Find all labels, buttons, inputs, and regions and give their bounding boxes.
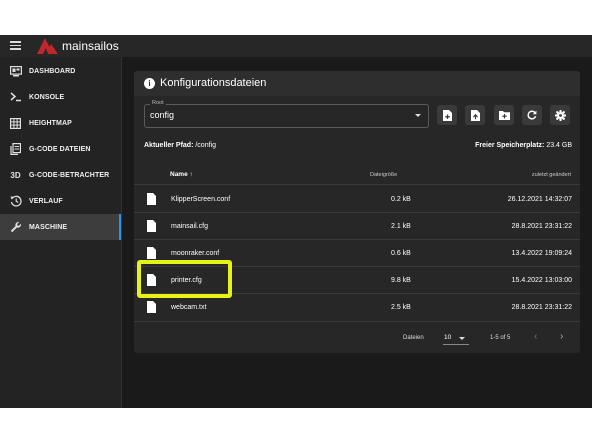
add-file-icon (442, 109, 452, 121)
sidebar-item-label: KONSOLE (29, 93, 65, 101)
file-modified: 28.8.2021 23:31:22 (511, 304, 572, 311)
file-size: 0.2 kB (391, 196, 411, 203)
current-path-label: Aktueller Pfad: (144, 142, 194, 149)
file-icon (147, 193, 156, 205)
table-row[interactable]: mainsail.cfg 2.1 kB 28.8.2021 23:31:22 (134, 213, 580, 239)
sidebar-item-dashboard[interactable]: DASHBOARD (0, 58, 121, 84)
console-icon (9, 91, 22, 104)
chevron-down-icon (415, 114, 421, 117)
settings-button[interactable] (550, 105, 570, 125)
file-name: moonraker.conf (171, 250, 220, 257)
sidebar-item-label: MASCHINE (29, 223, 68, 231)
mainsail-logo (37, 38, 58, 54)
sidebar-item-gcode-betrachter[interactable]: 3D G-CODE-BETRACHTER (0, 162, 121, 188)
file-size: 2.1 kB (391, 223, 411, 230)
file-icon (147, 247, 156, 259)
refresh-button[interactable] (522, 105, 542, 125)
per-page-select[interactable]: 10 (444, 334, 451, 342)
per-page-label: Dateien (403, 335, 424, 341)
sidebar-item-verlauf[interactable]: VERLAUF (0, 188, 121, 214)
divider (134, 321, 580, 322)
root-select-value: config (150, 110, 175, 120)
app-name: mainsailos (62, 39, 119, 53)
file-size: 0.6 kB (391, 250, 411, 257)
app-window: mainsailos DASHBOARD KONSOLE HEIGHTMAP G… (0, 35, 592, 408)
sidebar: DASHBOARD KONSOLE HEIGHTMAP G-CODE DATEI… (0, 57, 122, 408)
add-file-button[interactable] (437, 105, 457, 125)
refresh-icon (527, 110, 537, 120)
add-folder-button[interactable] (494, 105, 514, 125)
column-header-modified[interactable]: zuletzt geändert (532, 171, 571, 179)
file-modified: 28.8.2021 23:31:22 (511, 223, 572, 230)
add-folder-icon (498, 110, 510, 120)
root-select[interactable]: Root config (144, 100, 429, 128)
hamburger-menu-icon[interactable] (10, 41, 21, 50)
wrench-icon (9, 221, 22, 234)
highlight-box (137, 260, 232, 298)
file-name: webcam.txt (171, 304, 207, 311)
dashboard-icon (9, 65, 22, 78)
sidebar-item-maschine[interactable]: MASCHINE (0, 214, 121, 240)
next-page-button[interactable]: › (560, 331, 563, 343)
table-row[interactable]: KlipperScreen.conf 0.2 kB 26.12.2021 14:… (134, 186, 580, 212)
grid-icon (9, 117, 22, 130)
file-modified: 26.12.2021 14:32:07 (507, 196, 572, 203)
3d-icon: 3D (10, 170, 21, 180)
sidebar-item-gcode-dateien[interactable]: G-CODE DATEIEN (0, 136, 121, 162)
top-bar: mainsailos (0, 35, 592, 57)
current-path: Aktueller Pfad: /config (144, 141, 216, 150)
table-footer: Dateien 10 1-5 of 5 ‹ › (134, 326, 580, 351)
sidebar-item-konsole[interactable]: KONSOLE (0, 84, 121, 110)
file-size: 2.5 kB (391, 304, 411, 311)
root-select-label: Root (150, 100, 166, 107)
per-page-underline (443, 344, 469, 345)
file-size: 9.8 kB (391, 277, 411, 284)
sort-arrow-icon: ↑ (189, 171, 193, 178)
upload-file-button[interactable] (465, 105, 485, 125)
column-header-name-label: Name (170, 171, 188, 178)
free-space-value: 23.4 GB (546, 142, 572, 149)
sidebar-item-label: G-CODE-BETRACHTER (29, 171, 110, 179)
sidebar-item-label: VERLAUF (29, 197, 63, 205)
file-modified: 15.4.2022 13:03:00 (511, 277, 572, 284)
config-files-panel: i Konfigurationsdateien Root config Aktu… (134, 71, 580, 353)
sidebar-item-label: G-CODE DATEIEN (29, 145, 91, 153)
page-range: 1-5 of 5 (490, 335, 511, 341)
file-name: KlipperScreen.conf (171, 196, 231, 203)
column-header-name[interactable]: Name ↑ (170, 171, 193, 179)
current-path-value: /config (195, 142, 216, 149)
prev-page-button[interactable]: ‹ (534, 331, 537, 343)
info-icon: i (144, 78, 155, 89)
sidebar-item-label: HEIGHTMAP (29, 119, 72, 127)
free-space-label: Freier Speicherplatz: (475, 142, 545, 149)
sidebar-item-heightmap[interactable]: HEIGHTMAP (0, 110, 121, 136)
panel-title: Konfigurationsdateien (160, 77, 267, 89)
chevron-down-icon[interactable] (459, 337, 465, 340)
divider (134, 184, 580, 185)
free-space: Freier Speicherplatz: 23.4 GB (475, 141, 572, 150)
settings-icon (554, 109, 566, 121)
sidebar-item-label: DASHBOARD (29, 67, 76, 75)
main-content: i Konfigurationsdateien Root config Aktu… (122, 57, 592, 408)
file-icon (147, 220, 156, 232)
file-document-icon (9, 143, 22, 156)
column-header-size[interactable]: Dateigröße (370, 171, 397, 179)
history-icon (9, 195, 22, 208)
file-icon (147, 301, 156, 313)
panel-header: i Konfigurationsdateien (134, 71, 580, 96)
upload-file-icon (470, 109, 480, 121)
file-name: mainsail.cfg (171, 223, 208, 230)
file-modified: 13.4.2022 19:09:24 (511, 250, 572, 257)
